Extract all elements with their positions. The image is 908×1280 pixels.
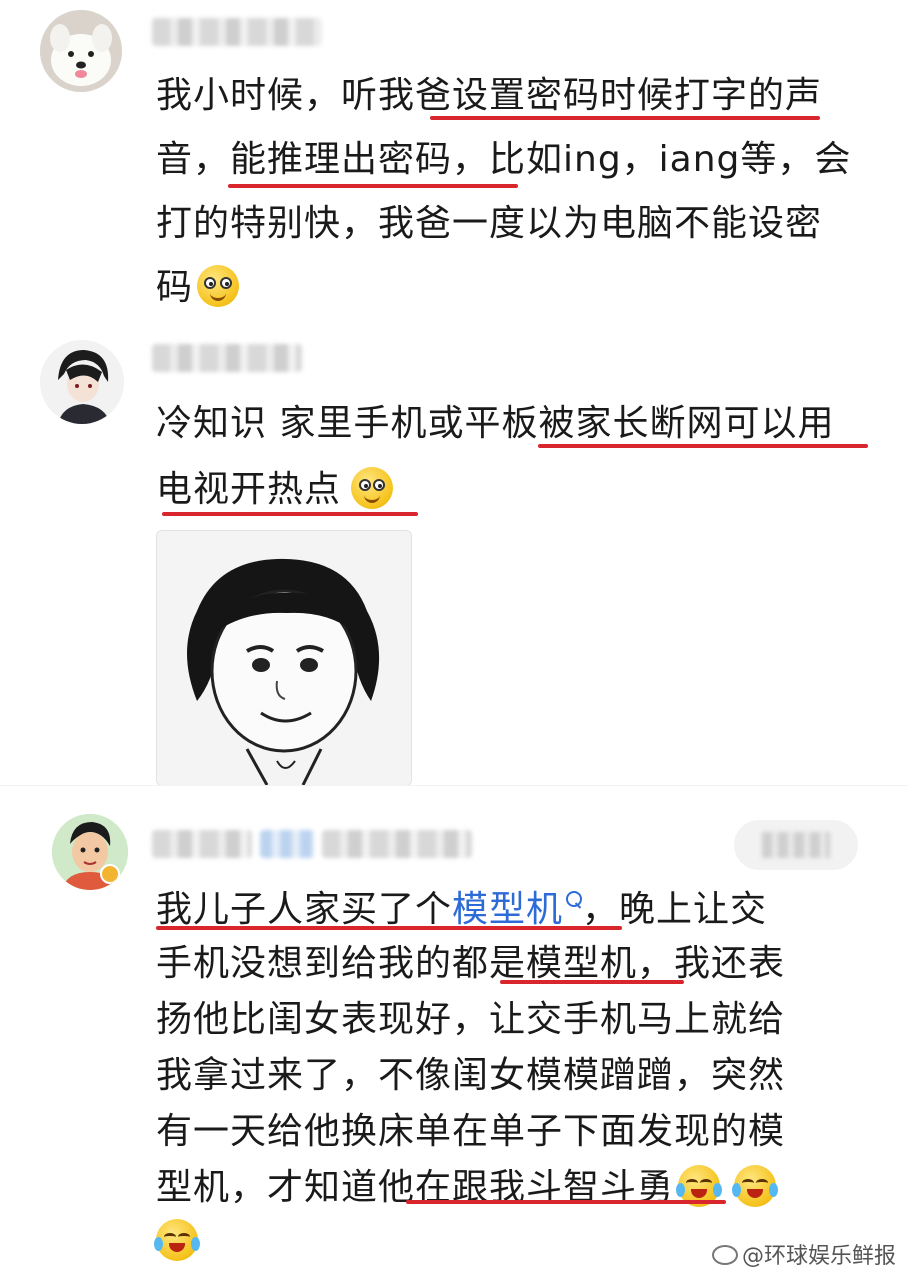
comment-text-line: 有一天给他换床单在单子下面发现的模	[156, 1111, 786, 1152]
comment-text-line: 打的特别快，我爸一度以为电脑不能设密	[156, 203, 823, 244]
comment-text-segment: 我儿子人家买了个	[156, 889, 453, 930]
emoji-line	[154, 1212, 200, 1272]
comment-text-line: 扬他比闺女表现好，让交手机马上就给	[156, 999, 786, 1040]
comment-text-last-line: 电视开热点	[156, 460, 394, 520]
user-avatar[interactable]	[40, 10, 122, 92]
laughing-tears-emoji	[732, 1165, 779, 1207]
username-blurred[interactable]	[152, 18, 322, 46]
comment-text-line: 手机没想到给我的都是模型机，我还表	[156, 943, 786, 984]
laughing-tears-emoji	[154, 1219, 200, 1261]
reply-count-blurred[interactable]	[734, 820, 858, 870]
meta-blurred	[322, 830, 472, 858]
comment-text-last-line: 型机，才知道他在跟我斗智斗勇	[156, 1158, 779, 1218]
search-topic-link[interactable]: 模型机	[452, 889, 583, 930]
username-blurred[interactable]	[152, 344, 302, 372]
meme-face-sticker[interactable]	[156, 530, 412, 786]
watermark-text: @环球娱乐鲜报	[741, 1244, 896, 1269]
highlight-underline	[500, 980, 684, 984]
search-icon[interactable]	[566, 891, 583, 907]
highlight-underline	[430, 116, 820, 120]
comment-text-line: 电视开热点	[156, 469, 342, 510]
highlight-underline	[406, 1200, 726, 1204]
user-avatar[interactable]	[40, 340, 124, 424]
highlight-underline	[538, 444, 868, 448]
comment-text-last-line: 码	[156, 258, 240, 318]
user-badge-blurred	[260, 830, 314, 858]
comment-text-line: 码	[156, 267, 194, 308]
username-blurred[interactable]	[152, 830, 252, 858]
section-divider	[0, 785, 908, 786]
dizzy-eyes-emoji	[197, 265, 240, 307]
user-avatar[interactable]	[52, 814, 128, 890]
comment-text-line: 我拿过来了，不像闺女模模蹭蹭，突然	[156, 1055, 786, 1096]
comment-text-line: 音，能推理出密码，比如ing，iang等，会	[156, 139, 852, 180]
watermark: @环球娱乐鲜报	[711, 1238, 896, 1270]
smile-emoji	[351, 467, 394, 509]
highlight-underline	[162, 512, 418, 516]
weibo-logo-icon	[711, 1245, 738, 1265]
search-topic-link-text[interactable]: 模型机	[452, 889, 563, 930]
comment-text-segment: ，晚上让交	[582, 889, 768, 930]
comment-text-first-line: 我儿子人家买了个模型机 ，晚上让交	[156, 880, 767, 940]
highlight-underline	[156, 926, 622, 930]
highlight-underline	[228, 184, 518, 188]
